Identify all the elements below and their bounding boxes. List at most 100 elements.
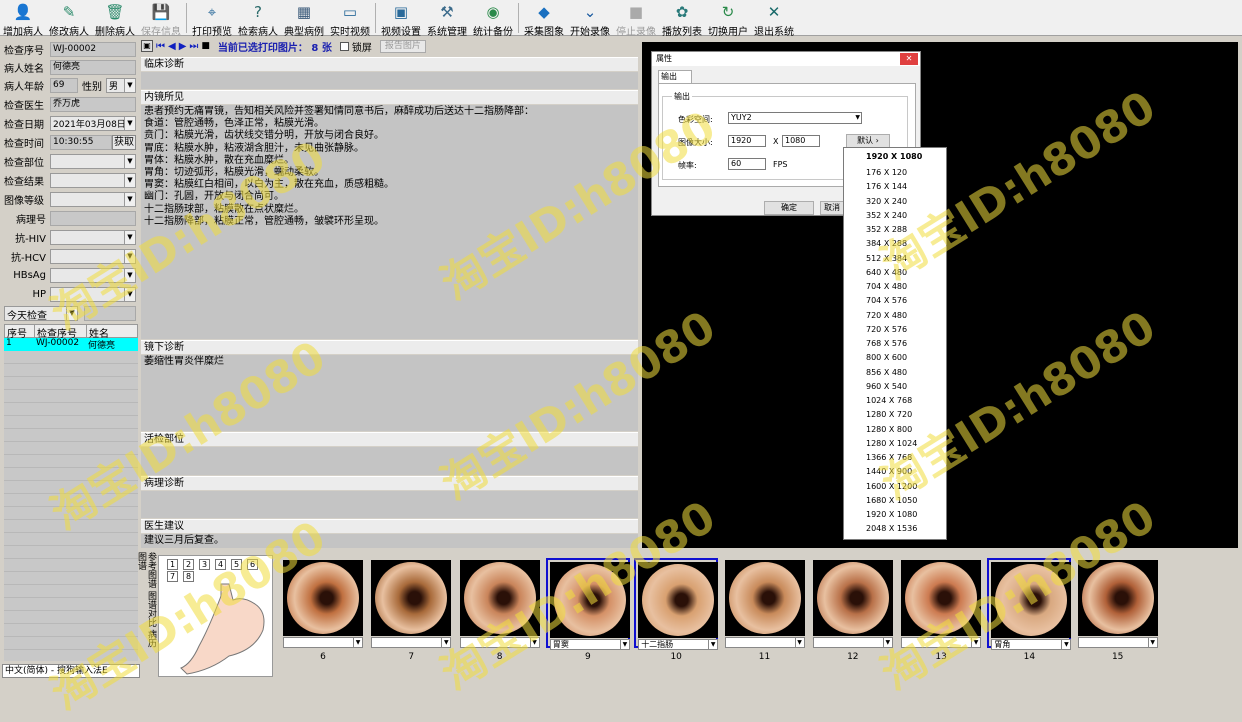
- fps-input[interactable]: 60: [728, 158, 766, 170]
- pathology-text[interactable]: [141, 491, 638, 518]
- toolbar-button-9[interactable]: ⚒ 系统管理: [424, 0, 470, 38]
- path-no-field[interactable]: [50, 211, 136, 226]
- map-site-4[interactable]: 4: [215, 559, 226, 570]
- fetch-time-button[interactable]: 获取: [112, 135, 136, 150]
- resolution-option[interactable]: 1024 X 768: [844, 394, 946, 408]
- toolbar-button-4[interactable]: ⌖ 打印预览: [189, 0, 235, 38]
- tab-output[interactable]: 输出: [658, 70, 692, 83]
- resolution-option[interactable]: 320 X 240: [844, 195, 946, 209]
- toolbar-button-12[interactable]: ⌄ 开始录像: [567, 0, 613, 38]
- thumbnail[interactable]: ▼: [899, 558, 983, 648]
- map-site-5[interactable]: 5: [231, 559, 242, 570]
- col-header-name[interactable]: 姓名: [87, 325, 137, 340]
- toolbar-button-8[interactable]: ▣ 视频设置: [378, 0, 424, 38]
- thumbnail-caption-select[interactable]: ▼: [901, 637, 982, 648]
- thumbnail-caption-select[interactable]: ▼: [371, 637, 452, 648]
- resolution-option[interactable]: 704 X 576: [844, 294, 946, 308]
- thumbnail[interactable]: 胃角 ▼: [987, 558, 1072, 650]
- resolution-option[interactable]: 720 X 480: [844, 309, 946, 323]
- time-field[interactable]: 10:30:55: [50, 135, 112, 150]
- prev-icon[interactable]: ◀: [168, 41, 176, 52]
- advice-text[interactable]: 建议三月后复查。: [141, 534, 638, 548]
- map-site-1[interactable]: 1: [167, 559, 178, 570]
- stop-nav-icon[interactable]: ■: [201, 41, 210, 51]
- toolbar-button-0[interactable]: 👤 增加病人: [0, 0, 46, 38]
- resolution-option[interactable]: 512 X 384: [844, 252, 946, 266]
- thumbnail[interactable]: 胃窦 ▼: [545, 558, 630, 650]
- toolbar-button-16[interactable]: ✕ 退出系统: [751, 0, 797, 38]
- width-input[interactable]: 1920: [728, 135, 766, 147]
- resolution-option[interactable]: 856 X 480: [844, 366, 946, 380]
- map-site-2[interactable]: 2: [183, 559, 194, 570]
- diagnosis-text[interactable]: 萎缩性胃炎伴糜烂: [141, 355, 638, 431]
- resolution-option[interactable]: 1680 X 1050: [844, 494, 946, 508]
- toolbar-button-11[interactable]: ◆ 采集图象: [521, 0, 567, 38]
- last-icon[interactable]: ⏭: [189, 41, 198, 52]
- col-header-index[interactable]: 序号: [5, 325, 35, 340]
- stomach-map[interactable]: 123456 78: [158, 555, 273, 677]
- thumbnail-caption-select[interactable]: 十二指肠 ▼: [638, 639, 719, 650]
- color-space-select[interactable]: YUY2 ▼: [728, 112, 862, 124]
- resolution-option[interactable]: 1280 X 800: [844, 423, 946, 437]
- thumbnail-caption-select[interactable]: 胃窦 ▼: [549, 639, 630, 650]
- resolution-option[interactable]: 704 X 480: [844, 280, 946, 294]
- date-filter-select[interactable]: 今天检查 ▼: [4, 306, 78, 322]
- toolbar-button-13[interactable]: ■ 停止录像: [613, 0, 659, 38]
- resolution-option[interactable]: 1920 X 1080: [844, 508, 946, 522]
- toolbar-button-3[interactable]: 💾 保存信息: [138, 0, 184, 38]
- map-site-7[interactable]: 7: [167, 571, 178, 582]
- report-image-button[interactable]: 报告图片: [379, 39, 426, 53]
- hbsag-select[interactable]: ▼: [50, 268, 136, 283]
- resolution-option[interactable]: 1280 X 720: [844, 408, 946, 422]
- endoscopy-text[interactable]: 患者预约无痛胃镜，告知相关风险并签署知情同意书后，麻醉成功后送达十二指肠降部： …: [141, 105, 638, 339]
- toolbar-button-6[interactable]: ▦ 典型病例: [281, 0, 327, 38]
- toolbar-button-1[interactable]: ✎ 修改病人: [46, 0, 92, 38]
- resolution-option[interactable]: 1280 X 1024: [844, 437, 946, 451]
- table-row[interactable]: 1 WJ-00002 何德亮: [4, 338, 138, 351]
- thumbnail[interactable]: 十二指肠 ▼: [634, 558, 719, 650]
- thumbnail[interactable]: ▼: [811, 558, 895, 648]
- thumbnail-caption-select[interactable]: ▼: [812, 637, 893, 648]
- doctor-field[interactable]: 乔万虎: [50, 97, 136, 112]
- resolution-option[interactable]: 352 X 240: [844, 209, 946, 223]
- resolution-option[interactable]: 640 X 480: [844, 266, 946, 280]
- hp-select[interactable]: ▼: [50, 287, 136, 302]
- close-icon[interactable]: ✕: [900, 53, 918, 65]
- lock-checkbox[interactable]: [339, 41, 349, 51]
- filter-input[interactable]: [84, 306, 136, 321]
- thumbnail-caption-select[interactable]: 胃角 ▼: [991, 639, 1072, 650]
- tab-atlas-compare[interactable]: 图谱对比: [146, 591, 156, 627]
- toolbar-button-5[interactable]: ? 检索病人: [235, 0, 281, 38]
- height-input[interactable]: 1080: [782, 135, 820, 147]
- hcv-select[interactable]: ▼: [50, 249, 136, 264]
- map-site-8[interactable]: 8: [183, 571, 194, 582]
- ok-button[interactable]: 确定: [764, 201, 814, 215]
- map-site-6[interactable]: 6: [247, 559, 258, 570]
- patient-list-body[interactable]: [4, 351, 138, 661]
- thumbnail-caption-select[interactable]: ▼: [459, 637, 540, 648]
- resolution-current[interactable]: 1920 X 1080: [844, 148, 946, 166]
- resolution-option[interactable]: 800 X 600: [844, 351, 946, 365]
- date-picker[interactable]: 2021年03月08日 ▼: [50, 116, 136, 131]
- toolbar-button-7[interactable]: ▭ 实时视频: [327, 0, 373, 38]
- tab-reference-atlas[interactable]: 参考图谱: [146, 552, 156, 588]
- resolution-option[interactable]: 1366 X 768: [844, 451, 946, 465]
- grade-select[interactable]: ▼: [50, 192, 136, 207]
- map-site-3[interactable]: 3: [199, 559, 210, 570]
- next-icon[interactable]: ▶: [179, 41, 187, 52]
- thumbnail-caption-select[interactable]: ▼: [283, 637, 363, 648]
- thumbnail[interactable]: ▼: [281, 558, 365, 648]
- age-field[interactable]: 69: [50, 78, 78, 93]
- layout-icon[interactable]: ▣: [141, 40, 153, 52]
- result-select[interactable]: ▼: [50, 173, 136, 188]
- sex-select[interactable]: 男 ▼: [106, 78, 136, 93]
- thumbnail-caption-select[interactable]: ▼: [724, 637, 805, 648]
- thumbnail-caption-select[interactable]: ▼: [1077, 637, 1158, 648]
- first-icon[interactable]: ⏮: [156, 41, 165, 52]
- resolution-option[interactable]: 384 X 288: [844, 237, 946, 251]
- resolution-option[interactable]: 768 X 576: [844, 337, 946, 351]
- default-size-button[interactable]: 默认 ›: [846, 134, 890, 148]
- name-field[interactable]: 何德亮: [50, 60, 136, 75]
- exam-no-field[interactable]: WJ-00002: [50, 42, 136, 57]
- resolution-option[interactable]: 960 X 540: [844, 380, 946, 394]
